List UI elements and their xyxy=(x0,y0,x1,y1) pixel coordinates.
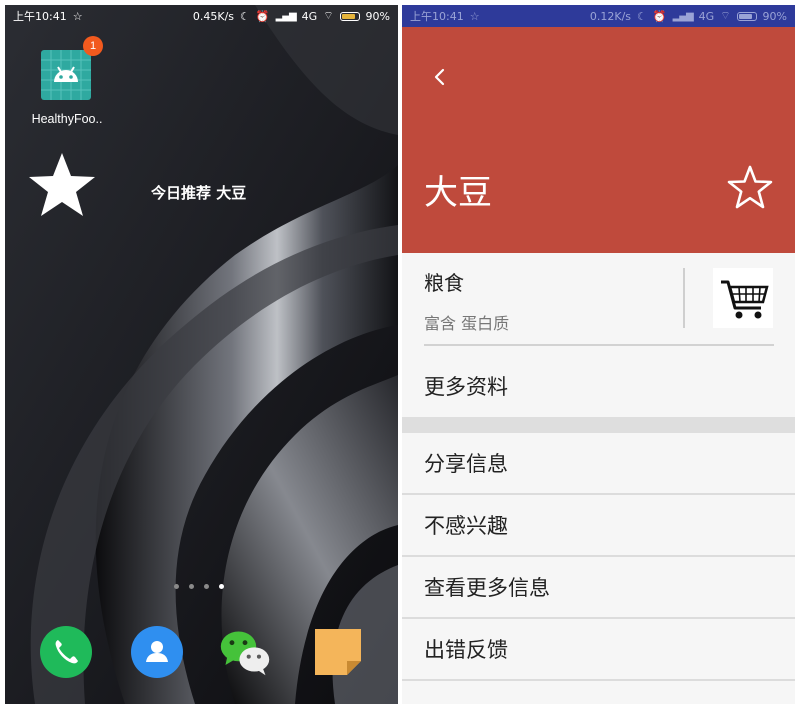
home-screen: 上午10:41 ☆ 0.45K/s ☾ ⏰ ▂▄▆ 4G ⌔ 90% 1 Hea… xyxy=(5,5,398,704)
status-bar: 上午10:41 ☆ 0.45K/s ☾ ⏰ ▂▄▆ 4G ⌔ 90% xyxy=(5,5,398,27)
page-dot xyxy=(189,584,194,589)
shopping-cart-icon[interactable] xyxy=(713,268,773,328)
android-app-icon[interactable] xyxy=(41,50,91,100)
section-gap xyxy=(402,417,795,433)
alarm-icon: ⏰ xyxy=(255,9,270,23)
alarm-icon: ⏰ xyxy=(652,9,667,23)
wallpaper xyxy=(5,5,398,704)
signal-icon: ▂▄▆ xyxy=(275,10,297,22)
star-icon[interactable] xyxy=(27,151,97,219)
wechat-icon[interactable] xyxy=(218,625,272,679)
wifi-icon: ⌔ xyxy=(323,9,334,22)
back-arrow-icon[interactable] xyxy=(428,65,452,89)
vertical-divider xyxy=(683,268,685,328)
contacts-icon[interactable] xyxy=(130,625,184,679)
category-name: 粮食 xyxy=(424,271,464,295)
more-info-label: 更多资料 xyxy=(424,375,508,399)
menu-item-label: 分享信息 xyxy=(424,452,508,476)
wifi-icon: ⌔ xyxy=(720,9,731,22)
more-info-row[interactable]: 更多资料 xyxy=(402,356,795,416)
star-status-icon: ☆ xyxy=(469,9,480,23)
menu-item-share[interactable]: 分享信息 xyxy=(402,433,795,493)
star-status-icon: ☆ xyxy=(72,9,83,23)
section-divider xyxy=(424,344,774,346)
page-dot xyxy=(174,584,179,589)
menu-item-feedback[interactable]: 出错反馈 xyxy=(402,619,795,679)
signal-icon: ▂▄▆ xyxy=(672,10,694,22)
page-indicator xyxy=(174,584,224,589)
notes-icon[interactable] xyxy=(311,625,365,679)
phone-icon[interactable] xyxy=(39,625,93,679)
menu-item-not-interested[interactable]: 不感兴趣 xyxy=(402,495,795,555)
status-time: 上午10:41 xyxy=(410,10,464,23)
battery-level: 90% xyxy=(762,9,787,23)
battery-icon xyxy=(736,11,757,21)
status-time: 上午10:41 xyxy=(13,10,67,23)
recommendation-widget-text[interactable]: 今日推荐 大豆 xyxy=(151,182,246,203)
food-title: 大豆 xyxy=(424,173,492,213)
menu-item-label: 出错反馈 xyxy=(424,638,508,662)
network-type: 4G xyxy=(698,9,715,23)
moon-icon: ☾ xyxy=(240,9,250,23)
page-dot xyxy=(204,584,209,589)
notification-badge: 1 xyxy=(83,36,103,56)
battery-level: 90% xyxy=(365,9,390,23)
favorite-star-icon[interactable] xyxy=(727,164,773,210)
menu-item-label: 查看更多信息 xyxy=(424,576,550,600)
app-label[interactable]: HealthyFoo.. xyxy=(23,112,111,126)
category-description: 富含 蛋白质 xyxy=(424,314,510,333)
network-speed: 0.45K/s xyxy=(192,9,235,23)
page-dot-active xyxy=(219,584,224,589)
network-type: 4G xyxy=(301,9,318,23)
menu-item-label: 不感兴趣 xyxy=(424,514,508,538)
moon-icon: ☾ xyxy=(637,9,647,23)
menu-divider xyxy=(402,679,795,681)
food-header xyxy=(402,27,795,253)
menu-item-view-more[interactable]: 查看更多信息 xyxy=(402,557,795,617)
detail-screen: 上午10:41 ☆ 0.12K/s ☾ ⏰ ▂▄▆ 4G ⌔ 90% 大豆 粮食… xyxy=(402,5,795,704)
status-bar: 上午10:41 ☆ 0.12K/s ☾ ⏰ ▂▄▆ 4G ⌔ 90% xyxy=(402,5,795,27)
battery-icon xyxy=(339,11,360,21)
network-speed: 0.12K/s xyxy=(589,9,632,23)
